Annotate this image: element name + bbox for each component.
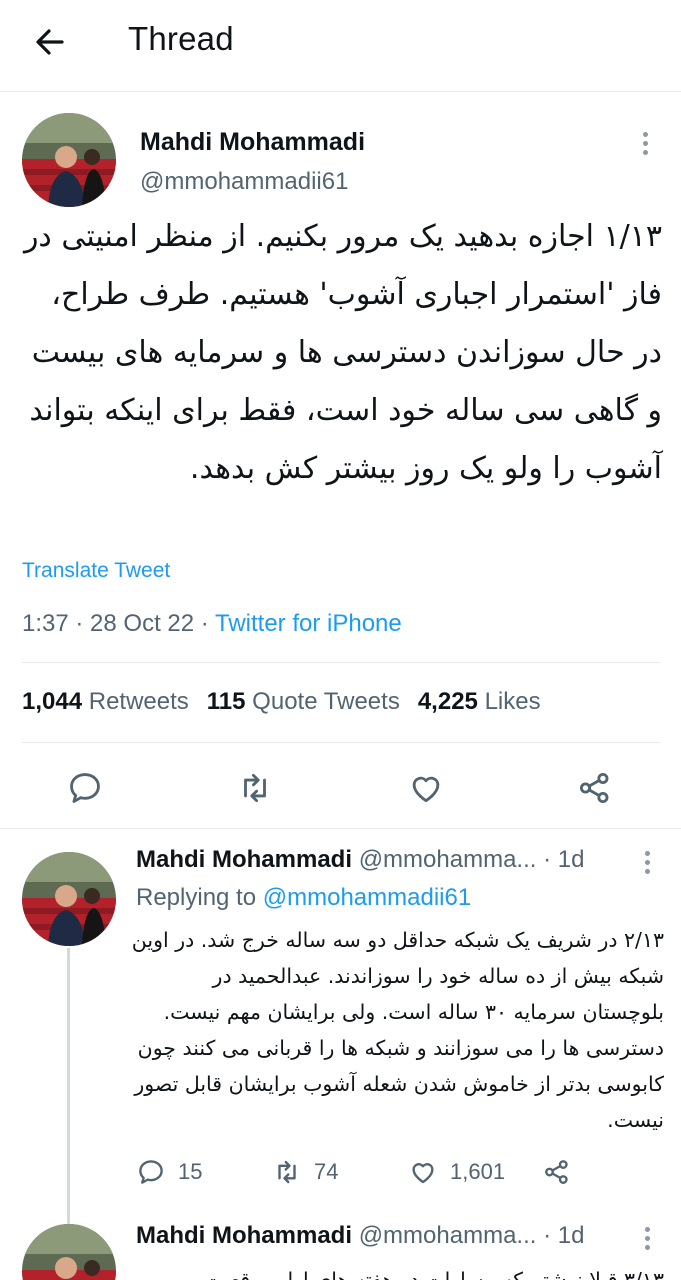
retweet-count: 74: [314, 1159, 339, 1184]
tweet-timestamp[interactable]: 1:37 · 28 Oct 22 ·: [22, 610, 215, 637]
retweet-button[interactable]: 74: [272, 1152, 338, 1192]
author-handle[interactable]: @mmohammadii61: [140, 168, 348, 196]
tweet-age: · 1d: [543, 846, 585, 873]
share-button[interactable]: [542, 1152, 584, 1192]
replying-to: Replying to @mmohammadii61: [136, 884, 471, 912]
likes-stat[interactable]: 4,225 Likes: [418, 688, 541, 715]
retweets-count: 1,044: [22, 688, 83, 715]
divider: [22, 742, 660, 743]
back-arrow-icon[interactable]: [30, 22, 70, 62]
avatar[interactable]: [22, 1224, 116, 1280]
author-handle[interactable]: @mmohamma...: [359, 1222, 537, 1249]
likes-count: 4,225: [417, 688, 478, 715]
tweet-text: ۲/۱۳ در شریف یک شبکه حداقل دو سه ساله خر…: [131, 928, 664, 1132]
reply-header: Mahdi Mohammadi @mmohamma... · 1d: [136, 846, 584, 874]
tweet-stats: 1,044 Retweets 115 Quote Tweets 4,225 Like…: [22, 688, 541, 716]
reply-count: 15: [178, 1159, 203, 1184]
tweet-text: ۱/۱۳ اجازه بدهید یک مرور بکنیم. از منظر …: [23, 219, 662, 486]
share-icon[interactable]: [575, 760, 615, 816]
author-name[interactable]: Mahdi Mohammadi: [136, 1222, 352, 1249]
quotes-stat[interactable]: 115 Quote Tweets: [207, 688, 400, 715]
avatar[interactable]: [22, 113, 116, 207]
retweets-stat[interactable]: 1,044 Retweets: [22, 688, 189, 715]
third-tweet-header: Mahdi Mohammadi @mmohamma... · 1d: [136, 1222, 584, 1250]
reply-button[interactable]: 15: [136, 1152, 202, 1192]
thread-connector: [67, 948, 70, 1224]
like-button[interactable]: 1,601: [408, 1152, 505, 1192]
share-icon: [545, 1160, 568, 1184]
author-name[interactable]: Mahdi Mohammadi: [140, 128, 365, 157]
more-icon[interactable]: [643, 851, 651, 878]
reply-tweet-actions: 15 74 1,601: [136, 1152, 586, 1192]
tweet-meta: 1:37 · 28 Oct 22 · Twitter for iPhone: [22, 610, 402, 638]
reply-icon[interactable]: [65, 760, 105, 816]
avatar[interactable]: [22, 852, 116, 946]
more-icon[interactable]: [641, 132, 649, 159]
replying-prefix: Replying to: [136, 884, 263, 911]
author-handle[interactable]: @mmohamma...: [359, 846, 537, 873]
more-icon[interactable]: [643, 1227, 651, 1254]
divider: [0, 828, 681, 829]
translate-tweet-link[interactable]: Translate Tweet: [22, 559, 170, 583]
tweet-actions: [0, 760, 681, 816]
like-count: 1,601: [450, 1159, 506, 1184]
tweet-age: · 1d: [543, 1222, 585, 1249]
retweets-label: Retweets: [88, 688, 189, 715]
like-icon[interactable]: [406, 760, 446, 816]
reply-icon: [139, 1160, 163, 1184]
page-title: Thread: [128, 20, 234, 57]
likes-label: Likes: [484, 688, 541, 715]
top-bar: Thread: [0, 0, 681, 92]
tweet-source-link[interactable]: Twitter for iPhone: [215, 610, 402, 637]
tweet-text: ۳/۱۳ قبلا نوشتم که مساوات در هفته های او…: [204, 1268, 664, 1280]
quotes-label: Quote Tweets: [252, 688, 400, 715]
quotes-count: 115: [206, 688, 246, 715]
replying-to-link[interactable]: @mmohammadii61: [263, 884, 471, 911]
like-icon: [412, 1163, 434, 1184]
retweet-icon[interactable]: [235, 760, 275, 816]
author-name[interactable]: Mahdi Mohammadi: [136, 846, 352, 873]
divider: [22, 662, 660, 663]
retweet-icon: [278, 1160, 296, 1184]
